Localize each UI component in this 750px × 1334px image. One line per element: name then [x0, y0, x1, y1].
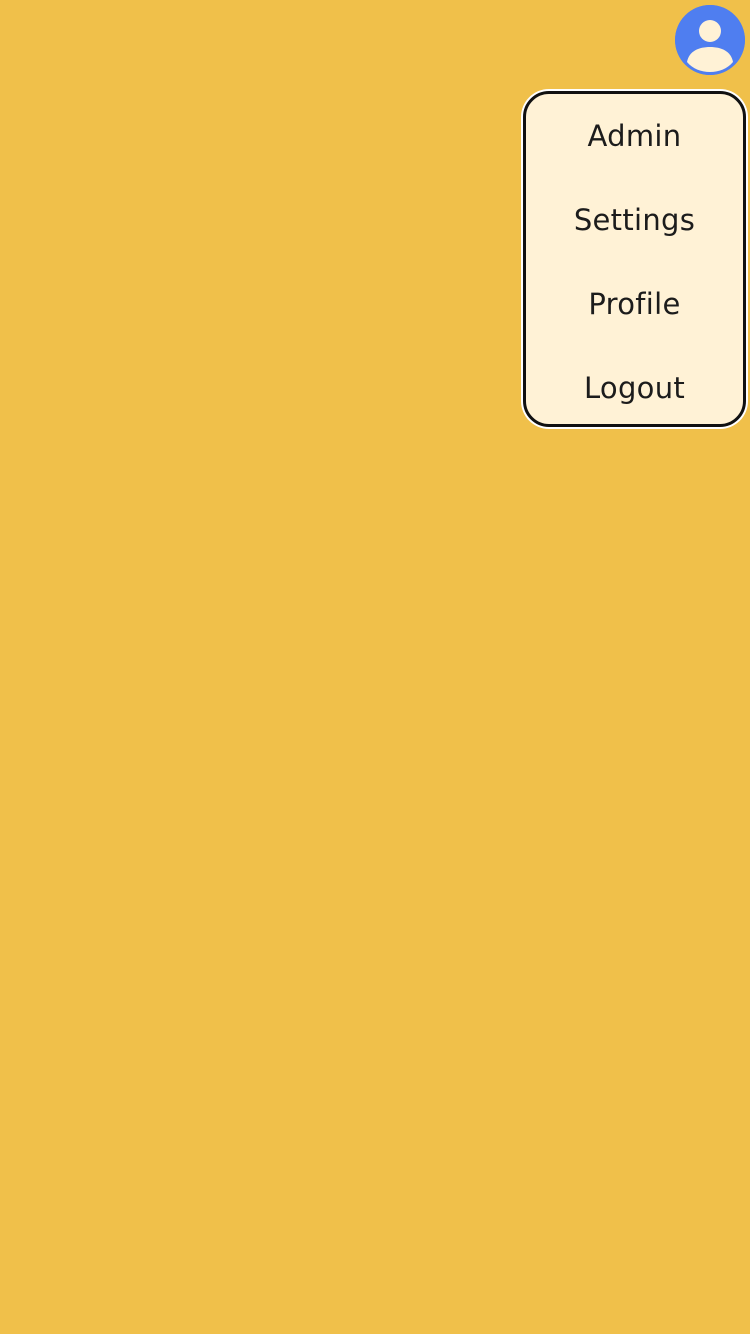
user-avatar-icon [675, 5, 745, 75]
menu-list: Admin Settings Profile Logout [526, 94, 743, 424]
user-dropdown-menu: Admin Settings Profile Logout [523, 91, 746, 427]
menu-item-settings[interactable]: Settings [526, 178, 743, 262]
avatar-button[interactable] [675, 5, 745, 75]
menu-item-logout[interactable]: Logout [526, 346, 743, 424]
menu-item-profile[interactable]: Profile [526, 262, 743, 346]
menu-item-admin[interactable]: Admin [526, 94, 743, 178]
